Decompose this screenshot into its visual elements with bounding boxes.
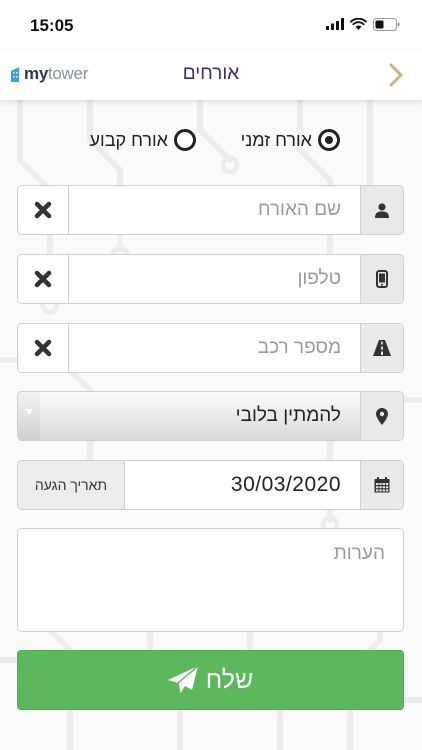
back-chevron-icon[interactable] [388,62,404,88]
phone-field[interactable]: טלפון [17,254,404,304]
wifi-icon [350,18,367,30]
status-time: 15:05 [30,16,74,35]
calendar-icon[interactable] [374,477,390,493]
radio-unselected-icon[interactable] [174,129,196,151]
notes-textarea[interactable]: הערות [17,528,404,632]
guest-name-input[interactable]: שם האורח [258,186,341,234]
clear-vehicle-button[interactable] [18,324,69,372]
user-icon [375,203,389,218]
road-icon [373,340,391,356]
notes-placeholder: הערות [333,543,385,564]
phone-icon-box [360,255,403,303]
guest-name-field[interactable]: שם האורח [17,185,404,235]
navigation-bar: mytower אורחים [0,50,422,100]
location-select[interactable]: להמתין בלובי [17,391,404,441]
mobile-phone-icon [376,270,388,288]
close-icon[interactable] [34,201,52,219]
vehicle-number-input[interactable]: מספר רכב [258,324,341,372]
location-icon-box [360,392,403,440]
radio-label-permanent: אורח קבוע [89,129,168,150]
status-icons [326,17,400,31]
phone-input[interactable]: טלפון [297,255,341,303]
page-title: אורחים [182,63,240,84]
radio-temporary-guest[interactable]: אורח זמני [241,129,340,151]
location-selected-value[interactable]: להמתין בלובי [236,392,341,440]
send-button[interactable]: שלח [17,650,404,710]
calendar-icon-box[interactable] [360,461,403,509]
guest-name-icon-box [360,186,403,234]
chevron-down-icon[interactable] [18,392,40,440]
arrival-date-input[interactable]: 30/03/2020 [231,461,341,509]
cellular-signal-icon [326,18,344,30]
arrival-date-field[interactable]: תאריך הגעה 30/03/2020 [17,460,404,510]
status-bar: 15:05 [0,0,422,50]
send-button-label: שלח [205,665,254,694]
map-marker-icon [376,407,388,425]
radio-selected-icon[interactable] [318,129,340,151]
radio-label-temporary: אורח זמני [240,129,312,150]
battery-icon [373,17,400,31]
radio-permanent-guest[interactable]: אורח קבוע [90,129,196,151]
guest-type-radio-group: אורח זמני אורח קבוע [0,123,422,163]
close-icon[interactable] [34,339,52,357]
arrival-date-label: תאריך הגעה [18,461,125,509]
clear-guest-name-button[interactable] [18,186,69,234]
paper-plane-icon [167,666,198,694]
close-icon[interactable] [34,270,52,288]
vehicle-icon-box [360,324,403,372]
vehicle-number-field[interactable]: מספר רכב [17,323,404,373]
clear-phone-button[interactable] [18,255,69,303]
